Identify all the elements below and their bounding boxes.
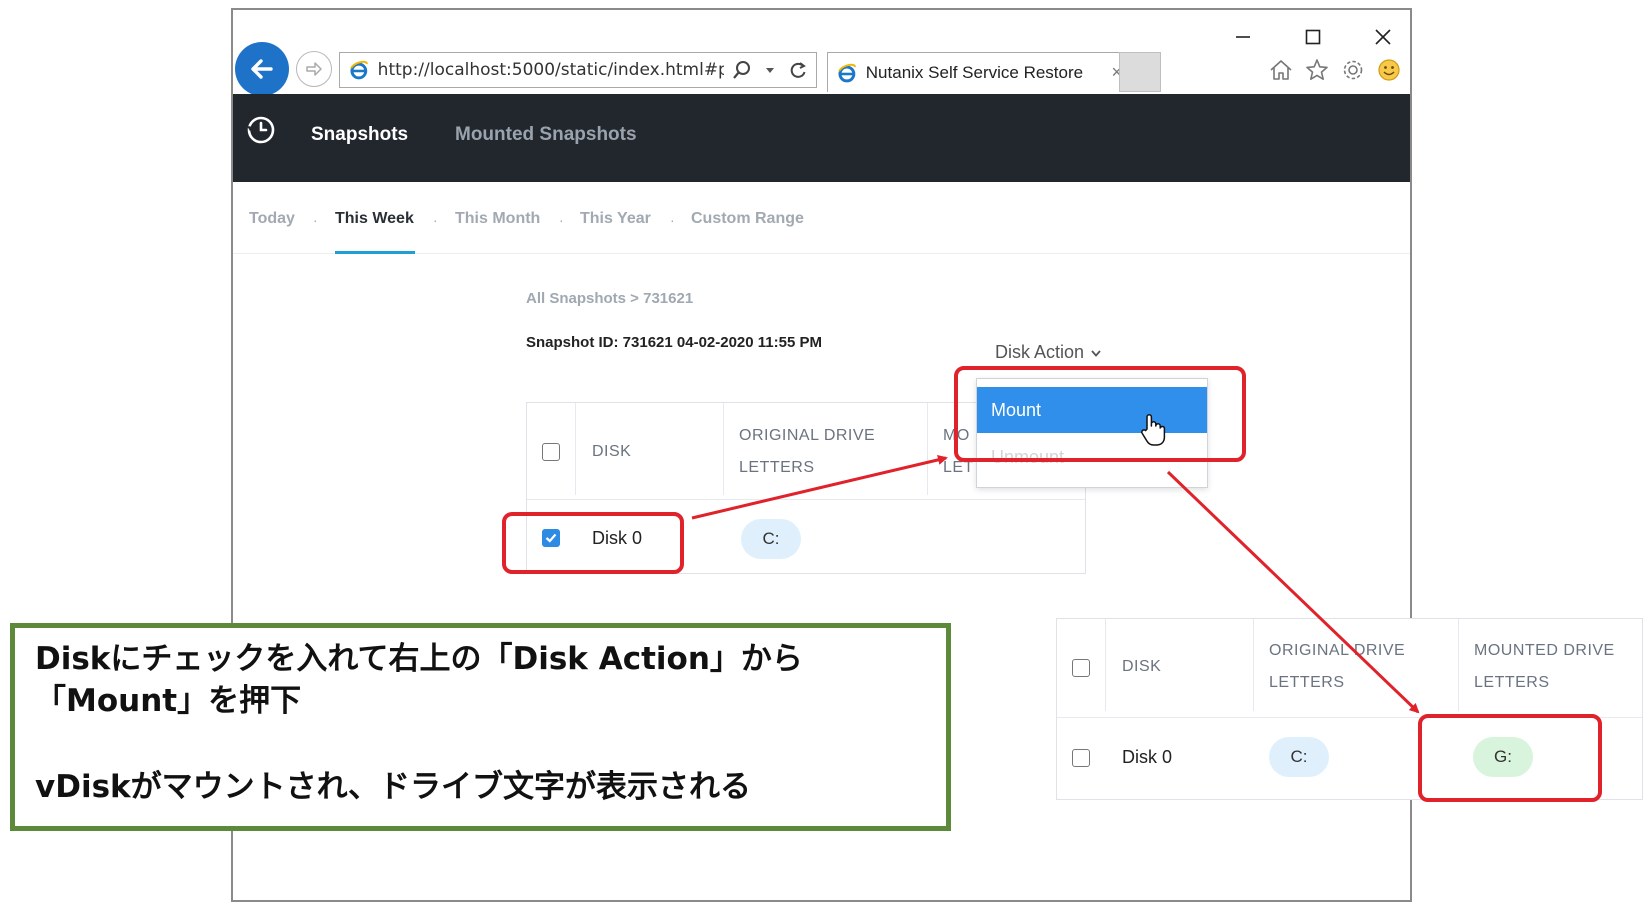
close-window-button[interactable] (1365, 22, 1401, 52)
column-divider (1253, 619, 1254, 711)
column-header-disk: DISK (592, 443, 632, 460)
note-line-2: 「Mount」を押下 (35, 683, 302, 719)
filter-separator: · (670, 212, 675, 228)
gear-icon (1343, 60, 1363, 80)
minimize-icon (1236, 36, 1250, 38)
row-checkbox[interactable] (1072, 749, 1090, 767)
filter-this-year[interactable]: This Year (580, 210, 651, 228)
note-line-1: Diskにチェックを入れて右上の「Disk Action」から (35, 641, 803, 677)
maximize-button[interactable] (1295, 22, 1331, 52)
column-header-original-drive: ORIGINAL DRIVE (1269, 642, 1406, 659)
disk-action-label: Disk Action (995, 342, 1085, 362)
tab-snapshots[interactable]: Snapshots (311, 124, 408, 146)
ie-logo-icon (350, 60, 368, 80)
close-icon (1375, 29, 1391, 45)
tab-title: Nutanix Self Service Restore (865, 62, 1084, 82)
column-header-mounted-drive: MOUNTED DRIVE (1474, 642, 1615, 659)
original-drive-letter: C: (762, 529, 780, 548)
active-filter-underline (335, 251, 415, 254)
column-divider (927, 403, 928, 495)
search-button[interactable] (732, 59, 752, 81)
home-button[interactable] (1267, 56, 1295, 84)
settings-button[interactable] (1339, 56, 1367, 84)
filter-this-month[interactable]: This Month (455, 210, 540, 228)
column-header-mounted-letters: LETTERS (1474, 674, 1550, 691)
filter-separator: · (433, 212, 438, 228)
column-header-disk: DISK (1122, 658, 1162, 675)
browser-chrome: http://localhost:5000/static/index.html#… (233, 10, 1410, 96)
history-icon (247, 116, 275, 144)
column-header-original-letters: LETTERS (739, 459, 815, 476)
select-all-checkbox[interactable] (1072, 659, 1090, 677)
smiley-icon (1378, 59, 1400, 81)
tab-mounted-snapshots[interactable]: Mounted Snapshots (455, 124, 637, 146)
chevron-down-icon (766, 68, 775, 73)
search-icon (733, 61, 751, 79)
column-divider (1105, 619, 1106, 711)
column-divider (575, 403, 576, 495)
feedback-button[interactable] (1375, 56, 1403, 84)
original-drive-letter-badge: C: (1269, 737, 1329, 777)
column-header-original-drive: ORIGINAL DRIVE (739, 427, 876, 444)
column-divider (723, 403, 724, 495)
instruction-note: Diskにチェックを入れて右上の「Disk Action」から 「Mount」を… (10, 623, 951, 831)
disk-name-cell: Disk 0 (1122, 747, 1173, 767)
back-arrow-icon (251, 59, 273, 79)
address-bar[interactable]: http://localhost:5000/static/index.html#… (339, 52, 817, 88)
filter-this-week[interactable]: This Week (335, 210, 414, 228)
highlight-box-mount-menu (954, 366, 1246, 462)
note-spacer (35, 722, 926, 766)
column-header-original-letters: LETTERS (1269, 674, 1345, 691)
url-text[interactable]: http://localhost:5000/static/index.html#… (378, 60, 725, 80)
original-drive-letter: C: (1290, 747, 1308, 766)
filter-custom-range[interactable]: Custom Range (691, 210, 804, 228)
row-divider (527, 499, 1085, 500)
maximize-icon (1305, 29, 1321, 45)
app-header: Snapshots Mounted Snapshots (233, 94, 1410, 182)
new-tab-button[interactable] (1119, 52, 1161, 92)
dropdown-button[interactable] (760, 59, 780, 81)
column-divider (1458, 619, 1459, 711)
snapshot-id-label: Snapshot ID: 731621 04-02-2020 11:55 PM (526, 334, 822, 351)
breadcrumb[interactable]: All Snapshots > 731621 (526, 290, 693, 307)
select-all-checkbox[interactable] (542, 443, 560, 461)
highlight-box-mounted-letter (1418, 714, 1602, 802)
filter-separator: · (313, 212, 318, 228)
back-button[interactable] (235, 42, 289, 96)
refresh-button[interactable] (788, 59, 808, 81)
browser-tab[interactable]: Nutanix Self Service Restore × (827, 52, 1131, 92)
forward-arrow-icon (306, 62, 322, 76)
note-line-3: vDiskがマウントされ、ドライブ文字が表示される (35, 769, 751, 805)
favorites-button[interactable] (1303, 56, 1331, 84)
forward-button[interactable] (296, 51, 332, 87)
ie-logo-icon (838, 63, 856, 82)
minimize-button[interactable] (1225, 22, 1261, 52)
filter-separator: · (559, 212, 564, 228)
chevron-down-icon (1091, 349, 1101, 357)
refresh-icon (790, 62, 806, 78)
original-drive-letter-badge: C: (741, 519, 801, 559)
disk-action-menu[interactable]: Disk Action (995, 342, 1102, 363)
highlight-box-disk-checkbox (502, 512, 684, 574)
home-icon (1270, 60, 1292, 80)
time-filter-bar: Today · This Week · This Month · This Ye… (233, 182, 1410, 254)
star-icon (1306, 59, 1328, 80)
filter-today[interactable]: Today (249, 210, 295, 228)
